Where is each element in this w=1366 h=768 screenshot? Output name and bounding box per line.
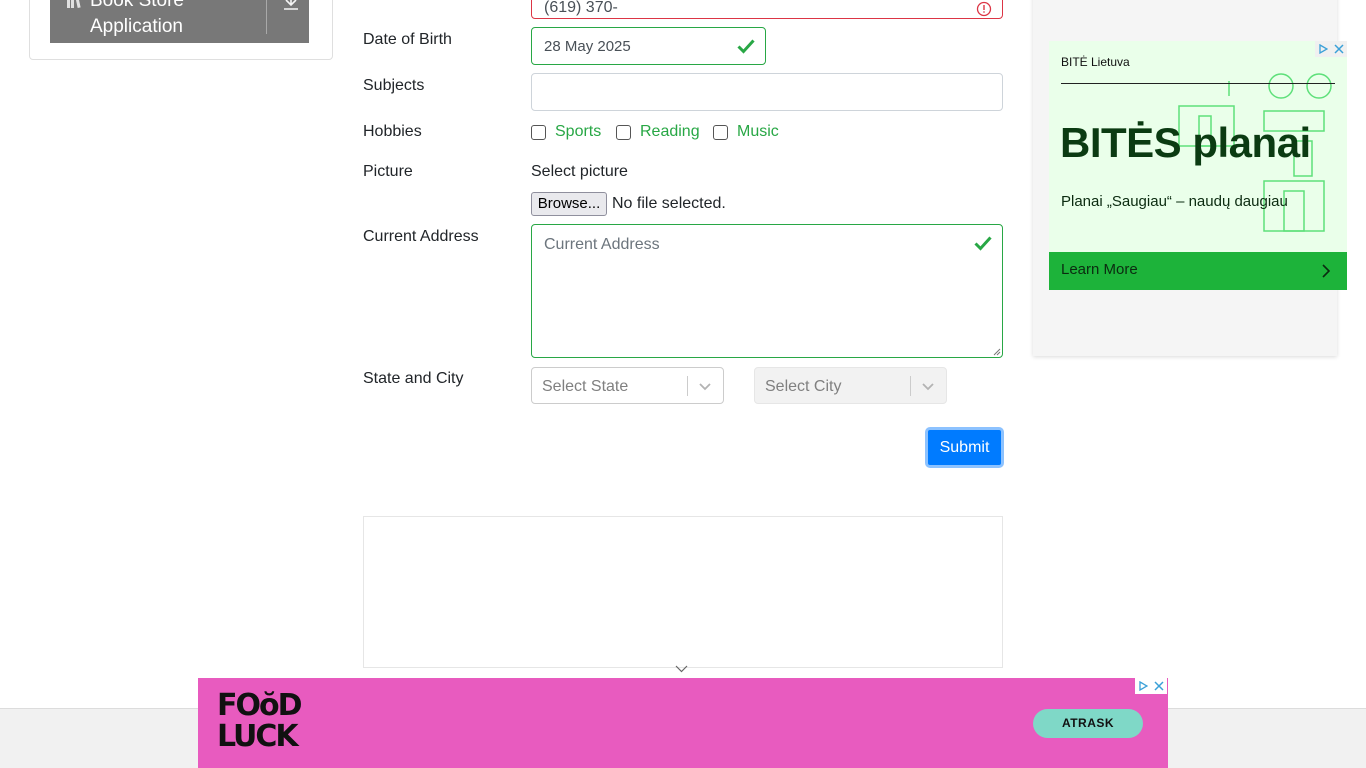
book-store-app-banner[interactable]: Book Store Application (50, 0, 309, 43)
bottom-ad-banner[interactable]: FOŏD LUCK ATRASK (198, 678, 1168, 768)
select-divider (687, 376, 688, 396)
chevron-down-icon[interactable] (921, 379, 935, 393)
hobby-label: Music (737, 123, 779, 140)
resize-handle-icon[interactable] (993, 348, 1001, 356)
state-select[interactable]: Select State (531, 367, 724, 404)
no-file-text: No file selected. (612, 195, 726, 212)
ad-learn-more-button[interactable]: Learn More (1049, 252, 1347, 290)
dob-label: Date of Birth (363, 31, 452, 48)
ad-atrask-button[interactable]: ATRASK (1033, 709, 1143, 738)
current-address-textarea[interactable]: Current Address (531, 224, 1003, 358)
close-ad-icon[interactable] (1331, 41, 1347, 57)
practice-form-page: Book Store Application (619) 370- Date o… (0, 0, 1366, 768)
mobile-number-field[interactable]: (619) 370- (531, 0, 1003, 19)
close-ad-icon[interactable] (1151, 678, 1167, 694)
dob-value: 28 May 2025 (544, 38, 631, 55)
checkbox-box[interactable] (616, 124, 631, 140)
download-icon[interactable] (282, 0, 300, 12)
chevron-down-icon[interactable] (675, 664, 688, 674)
ad-tagline: Planai „Saugiau“ – naudų daugiau (1061, 193, 1288, 210)
chevron-right-icon (1322, 264, 1331, 278)
valid-check-icon (974, 236, 992, 251)
error-icon (976, 1, 992, 17)
ad-headline: BITĖS planai (1060, 119, 1311, 166)
address-placeholder: Current Address (544, 236, 660, 253)
city-placeholder: Select City (765, 378, 842, 395)
select-divider (910, 376, 911, 396)
ad-brand: BITĖ Lietuva (1061, 55, 1130, 69)
state-city-label: State and City (363, 370, 464, 387)
food-luck-logo: FOŏD LUCK (217, 688, 303, 754)
hobbies-label: Hobbies (363, 123, 422, 140)
subjects-label: Subjects (363, 77, 425, 94)
picture-label: Picture (363, 163, 413, 180)
subjects-input[interactable] (531, 73, 1003, 111)
right-ad-banner[interactable]: BITĖ Lietuva BITĖS planai Planai „Saugia… (1049, 41, 1347, 290)
ad-rule (1061, 83, 1335, 84)
adchoices-icon[interactable] (1315, 41, 1331, 57)
banner-divider (266, 0, 267, 34)
hobby-label: Reading (640, 123, 700, 140)
hobby-music-checkbox[interactable]: Music (713, 123, 779, 141)
browse-button[interactable]: Browse... (531, 192, 607, 216)
ad-cta-label: Learn More (1061, 261, 1138, 278)
valid-check-icon (737, 39, 755, 54)
empty-content-box (363, 516, 1003, 668)
hobby-label: Sports (555, 123, 602, 140)
adchoices-icon[interactable] (1135, 678, 1151, 694)
hobby-reading-checkbox[interactable]: Reading (616, 123, 700, 141)
submit-button[interactable]: Submit (925, 427, 1004, 468)
app-title: Book Store Application (90, 0, 184, 37)
select-picture-label: Select picture (531, 163, 628, 180)
current-address-label: Current Address (363, 228, 479, 245)
mobile-number-value: (619) 370- (544, 0, 618, 16)
books-icon (67, 0, 81, 9)
city-select[interactable]: Select City (754, 367, 947, 404)
date-of-birth-input[interactable]: 28 May 2025 (531, 27, 766, 65)
state-placeholder: Select State (542, 378, 629, 395)
hobby-sports-checkbox[interactable]: Sports (531, 123, 601, 141)
checkbox-box[interactable] (713, 124, 728, 140)
checkbox-box[interactable] (531, 124, 546, 140)
chevron-down-icon[interactable] (698, 379, 712, 393)
